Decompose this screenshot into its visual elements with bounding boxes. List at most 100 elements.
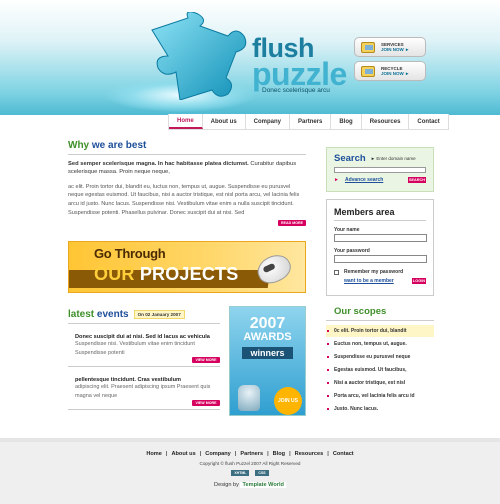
remember-row: Remember my password [334,269,426,275]
search-actions: ► Advance search SEARCH [334,177,426,183]
password-field[interactable] [334,255,427,263]
banner-line2a: OUR [94,264,135,284]
footer-link-home[interactable]: Home [142,451,166,457]
banner-line1: Go Through [94,246,166,261]
list-item[interactable]: Nisi a auctor tristique, est nisl [326,377,434,390]
design-credit: Design by Template World [0,482,500,488]
events-heading: latest events [68,309,129,320]
scopes-section: Our scopes 0c elit. Proin tortor dui, bl… [326,306,434,416]
list-item[interactable]: Justo. Nunc lacus. [326,403,434,416]
footer-link-about[interactable]: About us [167,451,199,457]
become-member-link[interactable]: want to be a member [344,278,394,284]
list-item[interactable]: Egestas euismod. Ut faucibus, [326,364,434,377]
folder-icon [361,41,375,53]
remember-checkbox[interactable] [334,269,339,275]
search-button[interactable]: SEARCH [408,177,426,183]
services-action: JOIN NOW ► [381,47,410,52]
nav-resources[interactable]: Resources [362,114,410,129]
nav-blog[interactable]: Blog [331,114,362,129]
folder-icon [361,65,375,77]
why-section: Why we are best Sed semper scelerisque m… [68,140,306,227]
search-input[interactable] [334,167,426,173]
footer-link-contact[interactable]: Contact [329,451,358,457]
design-by-label: Design by [214,482,239,488]
xhtml-badge[interactable]: XHTML [231,470,250,476]
logo-line2: puzzle [252,56,347,93]
events-heading-row: latest events On 02 January 2007 [68,309,220,320]
list-item[interactable]: Euctus non, tempus ut, augue. [326,338,434,351]
advanced-search-link[interactable]: Advance search [345,177,383,183]
nav-partners[interactable]: Partners [290,114,332,129]
why-lead-bold: Sed semper scelerisque magna. In hac hab… [68,161,249,167]
divider [68,409,220,411]
footer-link-partners[interactable]: Partners [236,451,267,457]
login-button[interactable]: LOGIN [412,278,426,284]
event-text: Suspendisse nisi. Vestibulum vitae enim … [75,341,195,356]
remember-label: Remember my password [344,269,404,275]
event-item: pellentesque tincidunt. Cras vestibulum … [68,377,220,411]
why-body: ac elit. Proin tortor dui, blandit eu, l… [68,183,300,216]
search-heading-row: Search ► Enter domain name [334,153,426,164]
name-field[interactable] [334,234,427,242]
main-nav: Home About us Company Partners Blog Reso… [168,114,449,130]
divider [326,320,434,321]
copyright: Copyright © flush Puzzel 2007 All Right … [199,461,301,466]
site-footer: Home | About us | Company | Partners | Blog |… [0,438,500,504]
events-heading-a: latest [68,309,95,320]
trophy-icon [238,385,260,411]
divider [334,220,426,221]
list-item[interactable]: 0c elit. Proin tortor dui, blandit [326,325,434,338]
services-join-button[interactable]: SERVICES JOIN NOW ► [354,37,426,57]
search-box: Search ► Enter domain name ► Advance sea… [326,147,434,192]
name-label: Your name [334,227,360,233]
css-badge[interactable]: CSS [255,470,269,476]
why-heading-a: Why [68,140,90,151]
members-area: Members area Your name Your password Rem… [326,199,434,296]
event-item: Donec suscipit dui at nisi. Sed id lacus… [68,334,220,368]
scopes-heading: Our scopes [334,306,387,317]
nav-company[interactable]: Company [246,114,291,129]
events-heading-b: events [96,309,129,320]
divider [68,323,220,324]
footer-link-blog[interactable]: Blog [269,451,289,457]
site-logo[interactable]: flush puzzle [252,34,347,93]
members-heading: Members area [334,207,395,217]
search-heading: Search [334,153,366,164]
why-heading-b: we are best [91,140,147,151]
read-more-button[interactable]: READ MORE [278,220,306,227]
scopes-list: 0c elit. Proin tortor dui, blandit Euctu… [326,325,434,416]
awards-winners: winners [242,347,293,359]
join-us-badge[interactable]: JOIN US [274,387,302,415]
view-more-button[interactable]: VIEW MORE [192,400,220,407]
search-hint: ► Enter domain name [370,156,416,161]
site-tagline: Donec scelerisque arcu [262,87,330,94]
projects-banner[interactable]: Go Through OUR PROJECTS [68,241,306,293]
recycle-join-button[interactable]: RECYCLE JOIN NOW ► [354,61,426,81]
banner-line2: OUR PROJECTS [94,264,238,285]
banner-line2b: PROJECTS [139,264,239,284]
validation-badges: XHTML CSS [0,470,500,476]
events-date-badge: On 02 January 2007 [133,310,185,319]
puzzle-piece-icon [151,12,247,100]
divider [68,366,220,368]
password-label: Your password [334,248,370,254]
member-actions: want to be a member LOGIN [334,278,426,284]
awards-banner[interactable]: 2007 AWARDS winners JOIN US [229,306,306,416]
why-heading: Why we are best [68,140,306,151]
view-more-button[interactable]: VIEW MORE [192,357,220,364]
list-item[interactable]: Porta arcu, vel lacinia felis arcu id [326,390,434,403]
footer-link-company[interactable]: Company [201,451,235,457]
list-item[interactable]: Suspendisse eu purusvel neque [326,351,434,364]
footer-nav: Home | About us | Company | Partners | Blog |… [0,451,500,457]
divider [68,154,306,155]
designer-link[interactable]: Template World [240,482,286,488]
nav-contact[interactable]: Contact [409,114,447,129]
nav-home[interactable]: Home [169,114,203,129]
events-section: latest events On 02 January 2007 Donec s… [68,309,220,411]
event-text: adipiscing elit. Praesent adipiscing ips… [75,384,211,399]
footer-link-resources[interactable]: Resources [291,451,328,457]
site-header: flush puzzle Donec scelerisque arcu SERV… [0,0,500,115]
nav-about-us[interactable]: About us [203,114,246,129]
recycle-action: JOIN NOW ► [381,71,410,76]
why-lead: Sed semper scelerisque magna. In hac hab… [68,160,306,177]
